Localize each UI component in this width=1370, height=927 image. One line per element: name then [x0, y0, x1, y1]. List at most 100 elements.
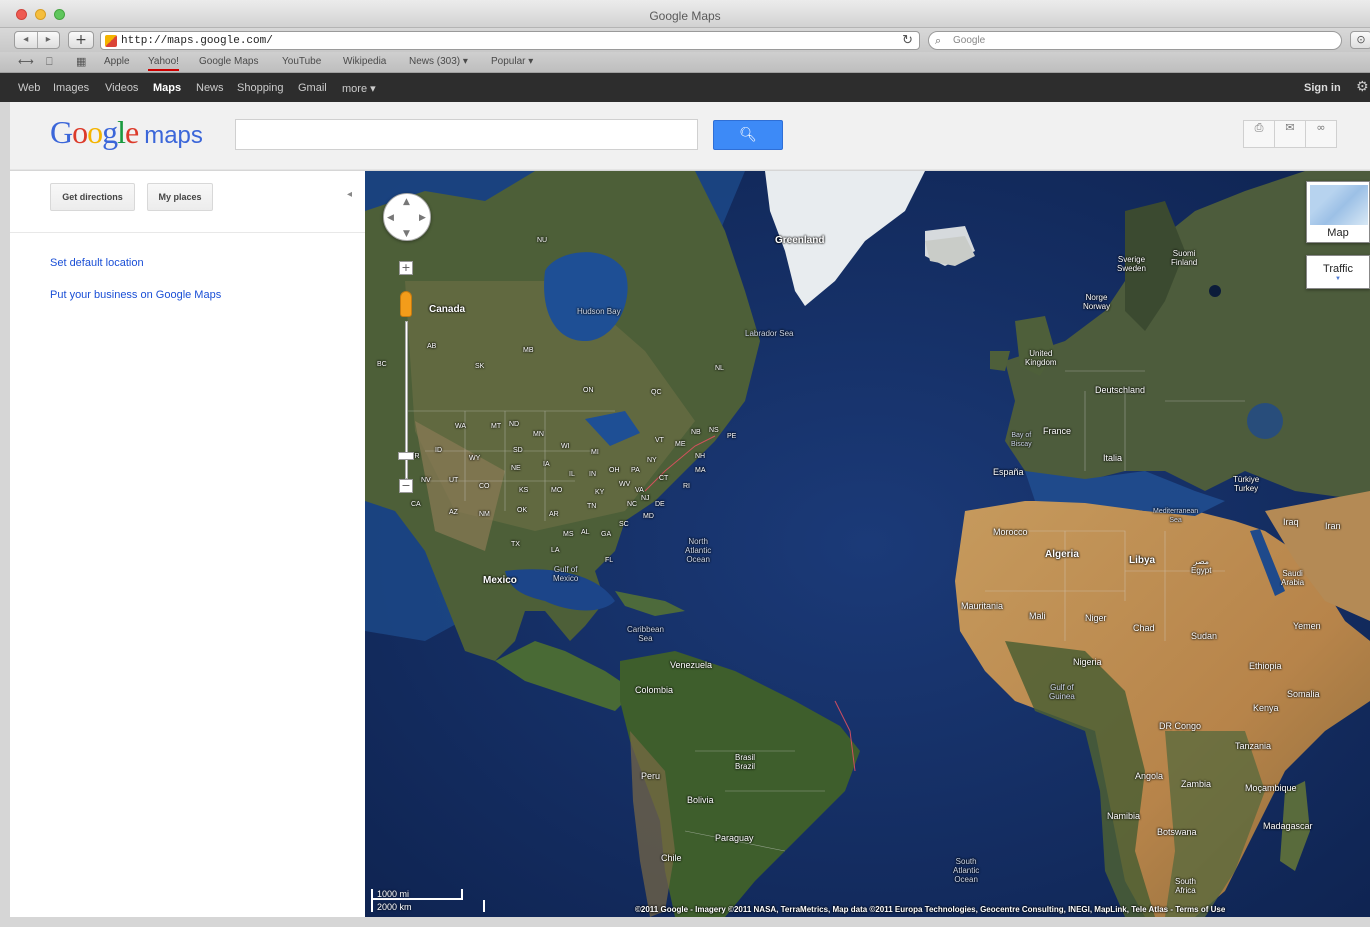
- map-type-button[interactable]: Map: [1306, 181, 1370, 243]
- label-angola: Angola: [1135, 771, 1164, 781]
- label-espana: España: [993, 467, 1024, 477]
- label-mali: Mali: [1029, 611, 1046, 621]
- email-icon[interactable]: ✉: [1274, 120, 1306, 148]
- reading-list-icon[interactable]: ⟷: [18, 55, 34, 68]
- my-places-button[interactable]: My places: [147, 183, 213, 211]
- bookmark-popular[interactable]: Popular ▾: [491, 56, 533, 67]
- bookmarks-book-icon[interactable]: ⎕: [46, 55, 53, 69]
- label-province: AB: [427, 343, 437, 350]
- label-province: ON: [583, 387, 594, 394]
- print-icon[interactable]: ⎙: [1243, 120, 1275, 148]
- reload-icon[interactable]: ↻: [902, 33, 913, 48]
- label-state: SD: [513, 447, 523, 454]
- search-icon: 🔍︎: [739, 127, 757, 143]
- forward-button[interactable]: ▸: [38, 32, 60, 48]
- back-forward-group: ◂ ▸: [14, 31, 60, 49]
- zoom-in-button[interactable]: +: [399, 261, 413, 275]
- chevron-down-icon[interactable]: ▼: [1307, 276, 1369, 282]
- label-state: ME: [675, 441, 686, 448]
- put-business-link[interactable]: Put your business on Google Maps: [50, 289, 221, 301]
- gbar-web[interactable]: Web: [18, 82, 40, 94]
- reader-button[interactable]: ⊙: [1350, 31, 1370, 49]
- gbar-gmail[interactable]: Gmail: [298, 82, 327, 94]
- label-state: IN: [589, 471, 596, 478]
- label-state: KS: [519, 487, 529, 494]
- label-state: AZ: [449, 509, 458, 516]
- search-maps-button[interactable]: 🔍︎: [713, 120, 783, 150]
- address-bar[interactable]: http://maps.google.com/ ↻: [100, 31, 920, 50]
- label-state: OK: [517, 507, 528, 514]
- label-province: SK: [475, 363, 485, 370]
- street-view-pegman-icon[interactable]: [400, 291, 412, 317]
- new-tab-button[interactable]: +: [68, 31, 94, 49]
- label-province: NS: [709, 427, 719, 434]
- label-state: VT: [655, 437, 664, 444]
- label-nigeria: Nigeria: [1073, 657, 1102, 667]
- label-peru: Peru: [641, 771, 661, 781]
- label-labrador-sea: Labrador Sea: [745, 329, 794, 338]
- label-norge: Norge Norway: [1083, 293, 1111, 311]
- label-state: MD: [643, 513, 654, 520]
- get-directions-button[interactable]: Get directions: [50, 183, 135, 211]
- maps-search-input[interactable]: [235, 119, 698, 150]
- pan-right-icon[interactable]: ▶: [419, 213, 426, 223]
- gbar-news[interactable]: News: [196, 82, 224, 94]
- bookmark-news[interactable]: News (303) ▾: [409, 56, 468, 67]
- site-favicon-icon: [105, 35, 117, 47]
- gbar-shopping[interactable]: Shopping: [237, 82, 284, 94]
- label-province: NL: [715, 365, 724, 372]
- gbar-more[interactable]: more ▾: [342, 82, 376, 95]
- back-button[interactable]: ◂: [15, 32, 38, 48]
- pan-down-icon[interactable]: ▼: [403, 229, 410, 239]
- label-state: WY: [469, 455, 481, 462]
- label-morocco: Morocco: [993, 527, 1028, 537]
- gbar-maps[interactable]: Maps: [153, 82, 181, 94]
- browser-toolbar: ◂ ▸ + http://maps.google.com/ ↻ ⌕ Google…: [0, 28, 1370, 52]
- link-icon[interactable]: ∞: [1305, 120, 1337, 148]
- pan-control[interactable]: ▲ ▼ ◀ ▶: [383, 193, 431, 241]
- label-canada: Canada: [429, 304, 466, 315]
- zoom-slider-handle[interactable]: [398, 452, 414, 460]
- bookmark-youtube[interactable]: YouTube: [282, 56, 321, 67]
- label-state: ID: [435, 447, 442, 454]
- label-sverige: Sverige Sweden: [1117, 255, 1146, 273]
- map-canvas[interactable]: Greenland Canada Hudson Bay Labrador Sea…: [365, 171, 1370, 917]
- label-sudan: Sudan: [1191, 631, 1218, 641]
- label-state: FL: [605, 557, 614, 564]
- label-egypt: مصر Egypt: [1191, 557, 1212, 575]
- pan-up-icon[interactable]: ▲: [403, 197, 410, 207]
- browser-search-field[interactable]: ⌕ Google: [928, 31, 1342, 50]
- bookmark-yahoo[interactable]: Yahoo!: [148, 56, 179, 71]
- logo-maps-text: maps: [144, 122, 203, 149]
- label-state: MN: [533, 431, 544, 438]
- label-province: PE: [727, 433, 737, 440]
- label-state: UT: [449, 477, 459, 484]
- map-attribution[interactable]: ©2011 Google - Imagery ©2011 NASA, Terra…: [635, 905, 1225, 914]
- label-state: GA: [601, 531, 612, 538]
- label-province: BC: [377, 361, 387, 368]
- label-state: LA: [551, 547, 560, 554]
- label-mexico: Mexico: [483, 575, 517, 586]
- panel-divider: [10, 232, 365, 233]
- map-type-label: Map: [1327, 227, 1349, 239]
- label-state: DE: [655, 501, 665, 508]
- top-sites-grid-icon[interactable]: ▦: [76, 55, 86, 68]
- zoom-out-button[interactable]: −: [399, 479, 413, 493]
- label-chad: Chad: [1133, 623, 1155, 633]
- collapse-panel-icon[interactable]: ◂: [347, 189, 352, 200]
- traffic-layer-button[interactable]: Traffic ▼: [1306, 255, 1370, 289]
- bookmark-google-maps[interactable]: Google Maps: [199, 56, 258, 67]
- set-default-location-link[interactable]: Set default location: [50, 257, 144, 269]
- label-state: KY: [595, 489, 605, 496]
- bookmark-wikipedia[interactable]: Wikipedia: [343, 56, 386, 67]
- pan-left-icon[interactable]: ◀: [387, 213, 394, 223]
- gbar-images[interactable]: Images: [53, 82, 89, 94]
- address-bar-url[interactable]: http://maps.google.com/: [121, 35, 273, 47]
- gbar-videos[interactable]: Videos: [105, 82, 138, 94]
- gear-icon[interactable]: ⚙: [1356, 79, 1369, 95]
- sign-in-link[interactable]: Sign in: [1304, 82, 1341, 94]
- label-state: NY: [647, 457, 657, 464]
- label-state: MA: [695, 467, 706, 474]
- google-maps-logo[interactable]: Google maps: [50, 114, 203, 151]
- bookmark-apple[interactable]: Apple: [104, 56, 130, 67]
